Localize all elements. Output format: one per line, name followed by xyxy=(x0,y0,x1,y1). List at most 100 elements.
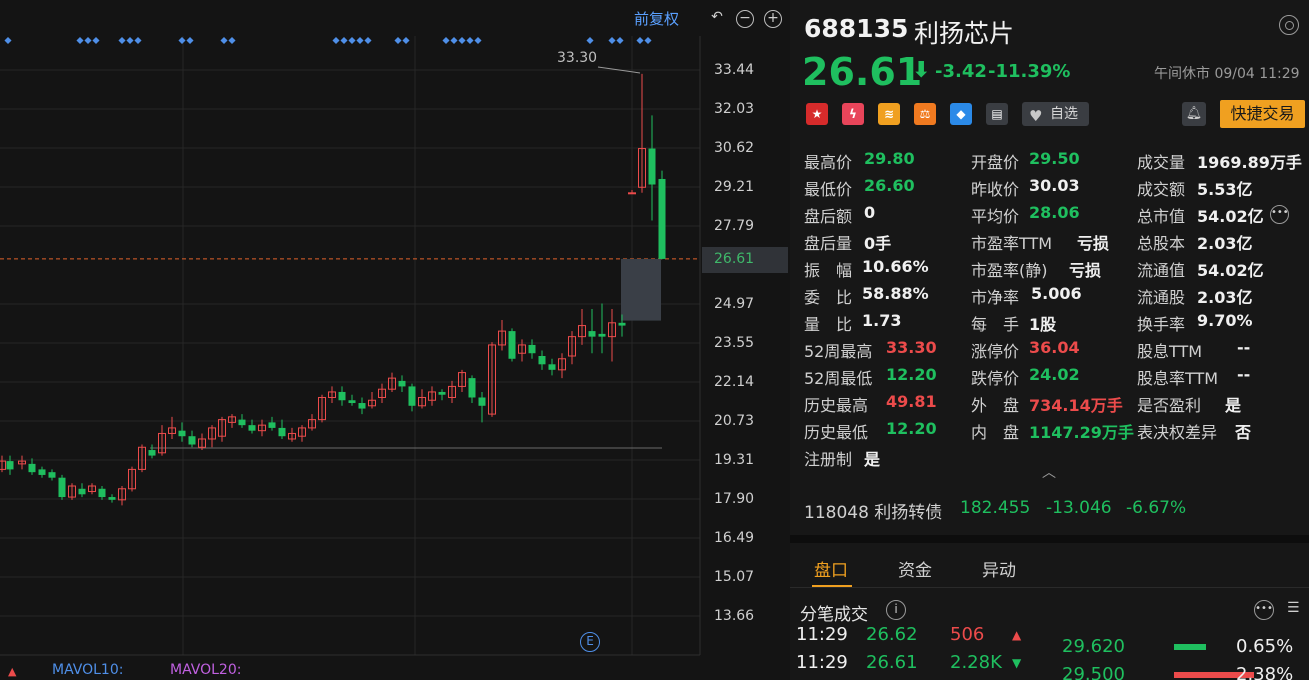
candle-body xyxy=(58,477,66,498)
stock-name: 利扬芯片 xyxy=(914,19,1015,48)
vol-marker-icon: ▲ xyxy=(8,665,17,678)
stock-code: 688135 xyxy=(804,14,909,43)
event-dot-icon xyxy=(332,36,340,45)
tick-price: 26.61 xyxy=(866,652,918,673)
stat-value: 1147.29万手 xyxy=(1029,423,1134,442)
zoom-out-icon[interactable]: − xyxy=(736,10,754,28)
event-dot-icon xyxy=(474,36,482,45)
market-status: 午间休市 09/04 11:29 xyxy=(1154,66,1300,82)
stat-label: 外 盘 xyxy=(971,396,1020,415)
restore-right-toggle[interactable]: 前复权 xyxy=(634,8,679,29)
stat-label: 股息TTM xyxy=(1137,342,1203,361)
candle-body xyxy=(438,391,446,395)
candle-body xyxy=(38,469,46,475)
event-dot-icon xyxy=(364,36,372,45)
stat-label: 注册制 xyxy=(804,450,853,469)
bell-icon[interactable]: 🔔︎ xyxy=(1182,102,1206,126)
level-price: 29.500 xyxy=(1062,664,1125,680)
candle-body xyxy=(6,461,14,470)
stat-label: 成交额 xyxy=(1137,180,1186,199)
stat-value: 亏损 xyxy=(1069,261,1102,280)
china-flag-icon[interactable]: ★ xyxy=(806,103,828,125)
settings-gear-icon[interactable] xyxy=(1279,15,1299,35)
stat-value: 否 xyxy=(1235,423,1252,442)
candle-body xyxy=(338,391,346,401)
event-dot-icon xyxy=(616,36,624,45)
more-options-icon[interactable]: ••• xyxy=(1254,600,1274,620)
more-stats-icon[interactable]: ••• xyxy=(1270,205,1289,224)
candle-body xyxy=(188,436,196,445)
info-icon[interactable]: i xyxy=(886,600,906,620)
stat-label: 市盈率(静) xyxy=(971,261,1048,280)
arrow-down-icon: ⬇ xyxy=(912,58,931,83)
event-dot-icon xyxy=(84,36,92,45)
stat-value: 5.53亿 xyxy=(1197,180,1253,199)
kline-chart[interactable] xyxy=(0,0,790,680)
price-tick-label: 33.44 xyxy=(714,62,755,78)
candle-body xyxy=(108,497,116,500)
stat-value: 49.81 xyxy=(886,392,937,411)
stat-label: 振 幅 xyxy=(804,261,853,280)
tag-icon[interactable]: ◆ xyxy=(950,103,972,125)
price-tick-label: 24.97 xyxy=(714,296,755,312)
event-dot-icon xyxy=(126,36,134,45)
event-dot-icon xyxy=(118,36,126,45)
candle-body xyxy=(548,364,556,370)
undo-icon[interactable]: ↶ xyxy=(708,8,726,26)
stat-label: 总股本 xyxy=(1137,234,1186,253)
heart-icon: ♥ xyxy=(1029,107,1043,125)
candle-body xyxy=(98,488,106,498)
stat-value: 12.20 xyxy=(886,365,937,384)
stat-value: 0手 xyxy=(864,234,892,253)
list-view-icon[interactable]: ☰ xyxy=(1287,600,1309,620)
stat-label: 总市值 xyxy=(1137,207,1186,226)
event-dot-icon xyxy=(340,36,348,45)
stat-label: 52周最低 xyxy=(804,369,873,388)
event-dot-icon xyxy=(4,36,12,45)
stat-value: 1股 xyxy=(1029,315,1057,334)
lightning-icon[interactable]: ϟ xyxy=(842,103,864,125)
level-percent: 0.65% xyxy=(1236,636,1294,657)
stat-value: 10.66% xyxy=(862,257,929,276)
notes-icon[interactable]: ▤ xyxy=(986,103,1008,125)
database-icon[interactable]: ≋ xyxy=(878,103,900,125)
price-tick-label: 16.49 xyxy=(714,530,755,546)
price-tick-label: 30.62 xyxy=(714,140,755,156)
divider xyxy=(790,535,1309,543)
price-gap-box xyxy=(621,258,661,321)
scale-icon[interactable]: ⚖ xyxy=(914,103,936,125)
event-dot-icon xyxy=(76,36,84,45)
event-marker-icon[interactable]: E xyxy=(580,632,600,652)
price-tick-label: 20.73 xyxy=(714,413,755,429)
kline-chart-panel[interactable]: 前复权 ↶ − + 33.44 32.03 30.62 29.21 27.79 24.97… xyxy=(0,0,790,680)
quick-trade-button[interactable]: 快捷交易 xyxy=(1220,100,1305,128)
candle-body xyxy=(508,331,516,359)
candle-body xyxy=(598,333,606,337)
stat-label: 历史最高 xyxy=(804,396,869,415)
collapse-chevron-up-icon[interactable]: ︿ xyxy=(1042,462,1056,482)
stat-label: 盘后量 xyxy=(804,234,853,253)
stat-value: 58.88% xyxy=(862,284,929,303)
event-dot-icon xyxy=(186,36,194,45)
zoom-in-icon[interactable]: + xyxy=(764,10,782,28)
candle-body xyxy=(148,450,156,456)
stat-value: 12.20 xyxy=(886,419,937,438)
add-watchlist-button[interactable]: ♥ 自选 xyxy=(1022,102,1089,126)
stat-value: 0 xyxy=(864,203,876,222)
tab-order-book[interactable]: 盘口 xyxy=(814,556,848,581)
stat-label: 量 比 xyxy=(804,315,853,334)
tab-abnormal[interactable]: 异动 xyxy=(982,556,1016,581)
candle-body xyxy=(0,460,6,470)
arrow-up-icon: ▲ xyxy=(1012,628,1022,642)
stat-value: 1969.89万手 xyxy=(1197,153,1302,172)
candle-body xyxy=(648,148,656,185)
candle-body xyxy=(348,400,356,404)
event-dot-icon xyxy=(636,36,644,45)
level-price: 29.620 xyxy=(1062,636,1125,657)
event-dot-icon xyxy=(356,36,364,45)
tab-capital[interactable]: 资金 xyxy=(898,556,932,581)
candle-body xyxy=(358,403,366,409)
stat-label: 最高价 xyxy=(804,153,853,172)
level-bar xyxy=(1174,644,1206,650)
last-price: 26.61 xyxy=(802,50,923,94)
